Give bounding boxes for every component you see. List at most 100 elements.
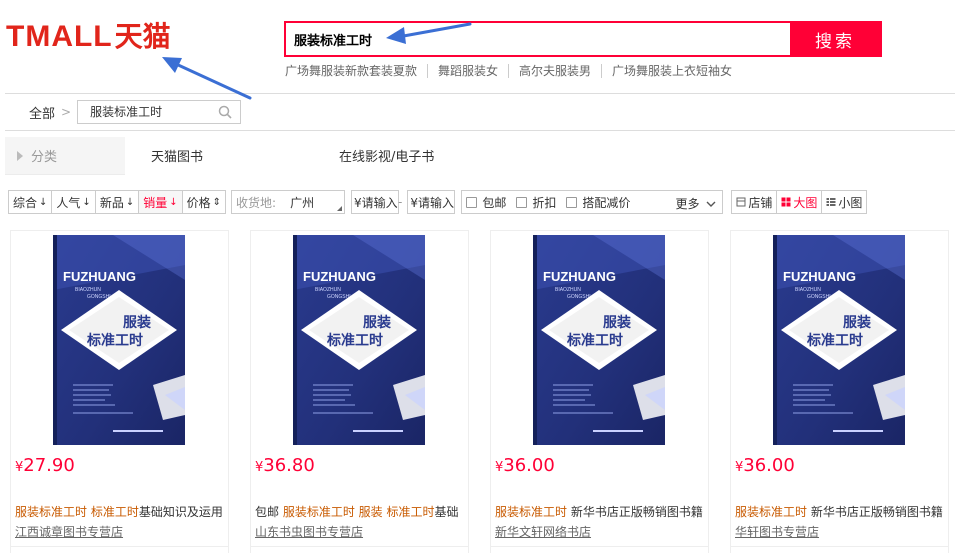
dropdown-corner-icon [337,206,343,211]
cover-title-cn-1: 服装 [123,314,152,331]
arrow-down-icon: ↓ [169,196,178,208]
book-cover-image[interactable]: FUZHUANG BIAOZHUN GONGSHI 服装 标准工时 [533,235,665,445]
grid-large-icon [781,197,791,207]
card-footer-divider [491,546,708,547]
checkbox-icon [466,196,478,208]
sort-label: 人气 [56,195,81,210]
hot-word-link[interactable]: 舞蹈服装女 [427,64,508,78]
checkbox-icon [516,196,528,208]
ship-from-city: 广州 [290,195,315,210]
cover-title-cn-2: 标准工时 [806,332,863,349]
book-cover-image[interactable]: FUZHUANG BIAOZHUN GONGSHI 服装 标准工时 [53,235,185,445]
view-small-button[interactable]: 小图 [822,191,866,213]
breadcrumb-all-link[interactable]: 全部 [29,103,55,122]
cover-title-en: FUZHUANG [543,269,616,284]
sort-sales-button[interactable]: 销量 ↓ [138,190,183,214]
cover-pinyin-1: BIAOZHUN [315,287,341,293]
price-value: 36.80 [263,455,315,476]
sort-price-button[interactable]: 价格 ⇕ [181,190,227,214]
price-range-dash: - [398,195,403,209]
book-cover-image[interactable]: FUZHUANG BIAOZHUN GONGSHI 服装 标准工时 [293,235,425,445]
search-input[interactable] [286,23,790,55]
category-item-ebooks[interactable]: 在线影视/电子书 [339,146,434,165]
sort-popularity-button[interactable]: 人气 ↓ [51,190,96,214]
product-card[interactable]: FUZHUANG BIAOZHUN GONGSHI 服装 标准工时 ¥27.90 [10,230,229,553]
free-shipping-checkbox[interactable]: 包邮 [466,194,506,211]
card-footer-divider [11,546,228,547]
cover-pinyin-1: BIAOZHUN [555,287,581,293]
ship-from-select[interactable]: 收货地: 广州 [231,190,346,214]
logo-text: TMALL [6,20,113,53]
cover-title-en: FUZHUANG [303,269,376,284]
chevron-down-icon [706,201,716,207]
sort-label: 价格 [186,195,211,210]
logo-cn: 天猫 [114,20,171,53]
hot-word-link[interactable]: 高尔夫服装男 [508,64,601,78]
triangle-right-icon [17,150,23,161]
hot-word-link[interactable]: 广场舞服装新款套装夏款 [285,64,427,78]
ship-from-label: 收货地: [236,195,277,210]
cover-title-cn-1: 服装 [603,314,632,331]
title-segment: 标准工时 [386,505,435,519]
hot-words: 广场舞服装新款套装夏款 舞蹈服装女 高尔夫服装男 广场舞服装上衣短袖女 [285,64,742,78]
cover-title-en: FUZHUANG [63,269,136,284]
sort-updown-icon: ⇕ [212,196,222,208]
search-icon[interactable] [218,105,232,119]
arrow-down-icon: ↓ [125,196,135,208]
sort-default-button[interactable]: 综合 ↓ [8,190,53,214]
title-segment: 包邮 [255,505,283,519]
sort-new-button[interactable]: 新品 ↓ [94,190,140,214]
product-card[interactable]: FUZHUANG BIAOZHUN GONGSHI 服装 标准工时 ¥36.00 [490,230,709,553]
product-price: ¥36.00 [735,455,795,476]
category-bar: 分类 天猫图书 在线影视/电子书 [5,136,955,175]
breadcrumb-search-field[interactable]: 服装标准工时 [77,100,242,124]
list-icon [826,198,836,206]
product-card[interactable]: FUZHUANG BIAOZHUN GONGSHI 服装 标准工时 ¥36.00 [730,230,949,553]
price-min-input[interactable]: ¥请输入 [351,190,400,214]
cover-title-cn-1: 服装 [363,314,392,331]
cover-title-cn-1: 服装 [843,314,872,331]
product-title-link[interactable]: 服装标准工时 新华书店正版畅销图书籍 [495,503,707,520]
view-label: 小图 [838,195,863,210]
title-segment: 新华书店正版畅销图书籍 [567,505,703,519]
hot-word-link[interactable]: 广场舞服装上衣短袖女 [601,64,742,78]
product-title-link[interactable]: 包邮 服装标准工时 服装 标准工时基础 [255,503,467,520]
product-title-link[interactable]: 服装标准工时 标准工时基础知识及运用 [15,503,227,520]
shop-name-link[interactable]: 江西诚章图书专营店 [15,523,123,540]
price-value: 36.00 [743,455,795,476]
cover-title-en: FUZHUANG [783,269,856,284]
product-card[interactable]: FUZHUANG BIAOZHUN GONGSHI 服装 标准工时 ¥36.80 [250,230,469,553]
view-label: 店铺 [748,195,773,210]
category-item-books[interactable]: 天猫图书 [151,146,203,165]
search-bar: 搜索 [284,21,882,57]
shop-name-link[interactable]: 山东书虫图书专营店 [255,523,363,540]
title-segment: 基础 [434,505,459,519]
cover-pinyin-1: BIAOZHUN [75,287,101,293]
product-title-link[interactable]: 服装标准工时 新华书店正版畅销图书籍 [735,503,947,520]
product-price: ¥36.80 [255,455,315,476]
title-segment: 服装标准工时 [282,505,355,519]
title-segment: 服装标准工时 [495,505,568,519]
title-segment: 新华书店正版畅销图书籍 [807,505,943,519]
product-price: ¥36.00 [495,455,555,476]
shop-name-link[interactable]: 新华文轩网络书店 [495,523,591,540]
book-cover-image[interactable]: FUZHUANG BIAOZHUN GONGSHI 服装 标准工时 [773,235,905,445]
discount-checkbox[interactable]: 折扣 [516,194,556,211]
view-large-button[interactable]: 大图 [777,191,823,213]
more-label: 更多 [675,197,700,211]
sort-label: 新品 [99,195,124,210]
bundle-discount-checkbox[interactable]: 搭配减价 [566,194,630,211]
cover-title-cn-2: 标准工时 [86,332,143,349]
price-max-input[interactable]: ¥请输入 [407,190,456,214]
sort-label: 销量 [143,195,168,210]
search-button[interactable]: 搜索 [790,23,880,55]
sort-label: 综合 [13,195,38,210]
view-shop-button[interactable]: 店铺 [732,191,778,213]
arrow-down-icon: ↓ [82,196,91,208]
card-footer-divider [251,546,468,547]
more-filters-button[interactable]: 更多 [676,195,717,212]
title-segment: 服装标准工时 [735,505,808,519]
shop-name-link[interactable]: 华轩图书专营店 [735,523,819,540]
tmall-logo[interactable]: TMALL 天猫 [6,22,171,52]
title-segment: 服装 [358,505,383,519]
